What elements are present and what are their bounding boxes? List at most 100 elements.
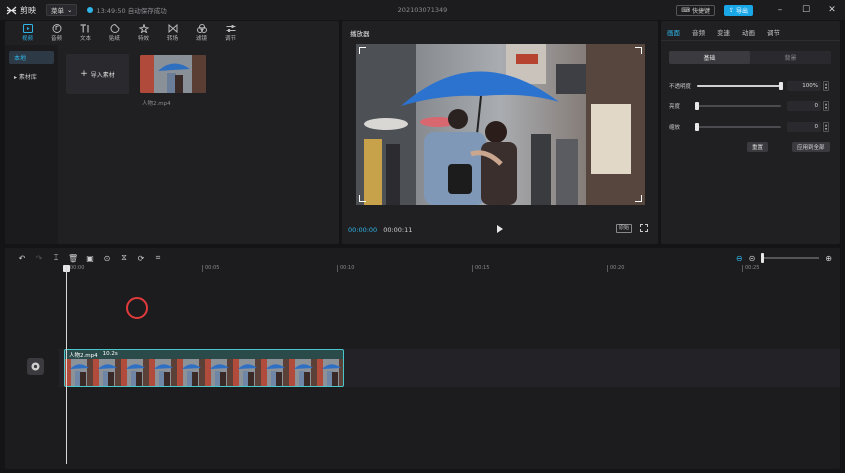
zoom-input[interactable]: 0 xyxy=(787,122,821,132)
split-icon[interactable]: ⌶ xyxy=(51,253,61,263)
zoom-out-icon[interactable]: ⊝ xyxy=(749,254,756,263)
zoom-row: 缩放 0 ▲ ▼ xyxy=(669,121,833,133)
clip-frame-thumbnail xyxy=(233,359,261,386)
sidebar-item-label: ▸ 素材库 xyxy=(14,74,37,81)
zoom-slider-handle[interactable] xyxy=(695,123,699,131)
crop-corner xyxy=(359,195,366,202)
subtab-background[interactable]: 背景 xyxy=(750,51,831,64)
opacity-slider[interactable] xyxy=(697,82,783,90)
filter-icon xyxy=(196,24,207,33)
track-cover-button[interactable] xyxy=(27,358,44,375)
link-icon[interactable]: ⊖ xyxy=(736,254,743,263)
ruler-tick: 00:15 xyxy=(472,265,489,272)
clip-label-duration: 10.2s xyxy=(102,351,118,357)
clip-label-name: 人物2.mp4 xyxy=(69,353,98,359)
crop-corner xyxy=(359,47,366,54)
tool-video[interactable]: 视频 xyxy=(13,21,42,45)
zoom-stepper[interactable]: ▲ ▼ xyxy=(823,122,829,132)
tool-text[interactable]: 文本 xyxy=(71,21,100,45)
tab-adjust[interactable]: 调节 xyxy=(767,27,780,37)
timeline-zoom-controls: ⊖ ⊝ ⊕ xyxy=(736,251,832,265)
clip-frame-thumbnail xyxy=(65,359,93,386)
maximize-button[interactable]: ☐ xyxy=(793,0,819,20)
save-status: 13:49:50 自动保存成功 xyxy=(87,5,167,15)
tool-adjust[interactable]: 调节 xyxy=(216,21,245,45)
brightness-slider-handle[interactable] xyxy=(695,102,699,110)
chevron-down-icon: ⌄ xyxy=(67,6,73,14)
tab-animation[interactable]: 动画 xyxy=(742,27,755,37)
reset-button[interactable]: 重置 xyxy=(747,142,769,152)
opacity-label: 不透明度 xyxy=(669,84,692,90)
zoom-slider[interactable] xyxy=(695,123,781,131)
freeze-icon[interactable]: ▣ xyxy=(85,254,95,263)
tool-label: 滤镜 xyxy=(195,36,207,42)
timeline-clip[interactable]: 人物2.mp4 10.2s xyxy=(64,349,344,387)
opacity-stepper[interactable]: ▲ ▼ xyxy=(823,81,829,91)
apply-all-button[interactable]: 应用到全部 xyxy=(792,142,830,152)
sidebar-item-library[interactable]: ▸ 素材库 xyxy=(9,70,54,83)
zoom-in-icon[interactable]: ⊕ xyxy=(825,254,832,263)
reverse-icon[interactable]: ⊙ xyxy=(102,254,112,263)
play-button[interactable] xyxy=(497,225,503,233)
transition-icon xyxy=(168,24,177,33)
menu-button[interactable]: 菜单 ⌄ xyxy=(46,4,78,16)
player-title: 播放器 xyxy=(350,30,370,38)
opacity-input[interactable]: 100% xyxy=(787,81,821,91)
media-sidebar: 本地 ▸ 素材库 xyxy=(5,45,58,244)
import-media-button[interactable]: + 导入素材 xyxy=(66,54,129,94)
opacity-slider-fill xyxy=(697,85,781,87)
tab-audio[interactable]: 音频 xyxy=(692,27,705,37)
media-clip-thumbnail[interactable] xyxy=(140,55,206,93)
clip-frame-thumbnail xyxy=(261,359,289,386)
ruler-tick: 00:05 xyxy=(202,265,219,272)
app-name: 剪映 xyxy=(20,5,36,15)
export-button[interactable]: ⇪ 导出 xyxy=(723,4,753,16)
tab-divider xyxy=(661,40,840,41)
tab-speed[interactable]: 变速 xyxy=(717,27,730,37)
time-ruler[interactable]: 00:00 00:05 00:10 00:15 00:20 00:25 xyxy=(5,265,840,275)
playhead[interactable] xyxy=(66,266,67,464)
shortcut-button[interactable]: ⌨ 快捷键 xyxy=(676,4,715,16)
menu-label: 菜单 xyxy=(51,7,64,15)
minimize-icon: – xyxy=(777,5,783,15)
delete-icon[interactable]: 🗑︎ xyxy=(68,254,78,263)
timeline-zoom-slider[interactable] xyxy=(761,253,820,263)
video-preview[interactable] xyxy=(356,44,645,205)
subtab-basic[interactable]: 基础 xyxy=(669,51,750,64)
tab-picture[interactable]: 画面 xyxy=(667,27,680,37)
tool-audio[interactable]: 音频 xyxy=(42,21,71,45)
brightness-stepper[interactable]: ▲ ▼ xyxy=(823,101,829,111)
export-icon: ⇪ xyxy=(728,6,734,14)
tool-label: 特效 xyxy=(137,36,149,42)
brightness-slider[interactable] xyxy=(695,102,781,110)
timeline-zoom-handle[interactable] xyxy=(761,253,765,263)
thumbnail-image xyxy=(140,55,206,93)
export-label: 导出 xyxy=(735,7,748,15)
brightness-row: 亮度 0 ▲ ▼ xyxy=(669,100,833,112)
ruler-tick: 00:20 xyxy=(607,265,624,272)
opacity-slider-handle[interactable] xyxy=(779,82,783,90)
sidebar-item-label: 本地 xyxy=(14,55,27,62)
fullscreen-icon[interactable] xyxy=(640,224,648,232)
undo-icon[interactable]: ↶ xyxy=(17,254,27,263)
tool-filter[interactable]: 滤镜 xyxy=(187,21,216,45)
rotate-icon[interactable]: ⟳ xyxy=(136,254,146,263)
tool-effects[interactable]: 特效 xyxy=(129,21,158,45)
effects-icon xyxy=(138,24,149,33)
crop-icon[interactable]: ⌗ xyxy=(153,253,163,263)
clip-frame-thumbnail xyxy=(317,359,343,386)
save-status-text: 13:49:50 自动保存成功 xyxy=(96,7,167,15)
tool-sticker[interactable]: 贴纸 xyxy=(100,21,129,45)
redo-icon[interactable]: ↷ xyxy=(34,254,44,263)
close-button[interactable]: ✕ xyxy=(819,0,845,20)
player-panel: 播放器 00:00:00 00:00:11 原始 xyxy=(342,21,658,244)
crop-corner xyxy=(635,47,642,54)
aspect-ratio-button[interactable]: 原始 xyxy=(616,224,633,233)
cover-icon xyxy=(31,362,40,371)
sidebar-item-local[interactable]: 本地 xyxy=(9,51,54,64)
brightness-input[interactable]: 0 xyxy=(787,101,821,111)
clip-frame-thumbnail xyxy=(289,359,317,386)
minimize-button[interactable]: – xyxy=(767,0,793,20)
tool-transition[interactable]: 转场 xyxy=(158,21,187,45)
mirror-icon[interactable]: ⧖ xyxy=(119,253,129,263)
